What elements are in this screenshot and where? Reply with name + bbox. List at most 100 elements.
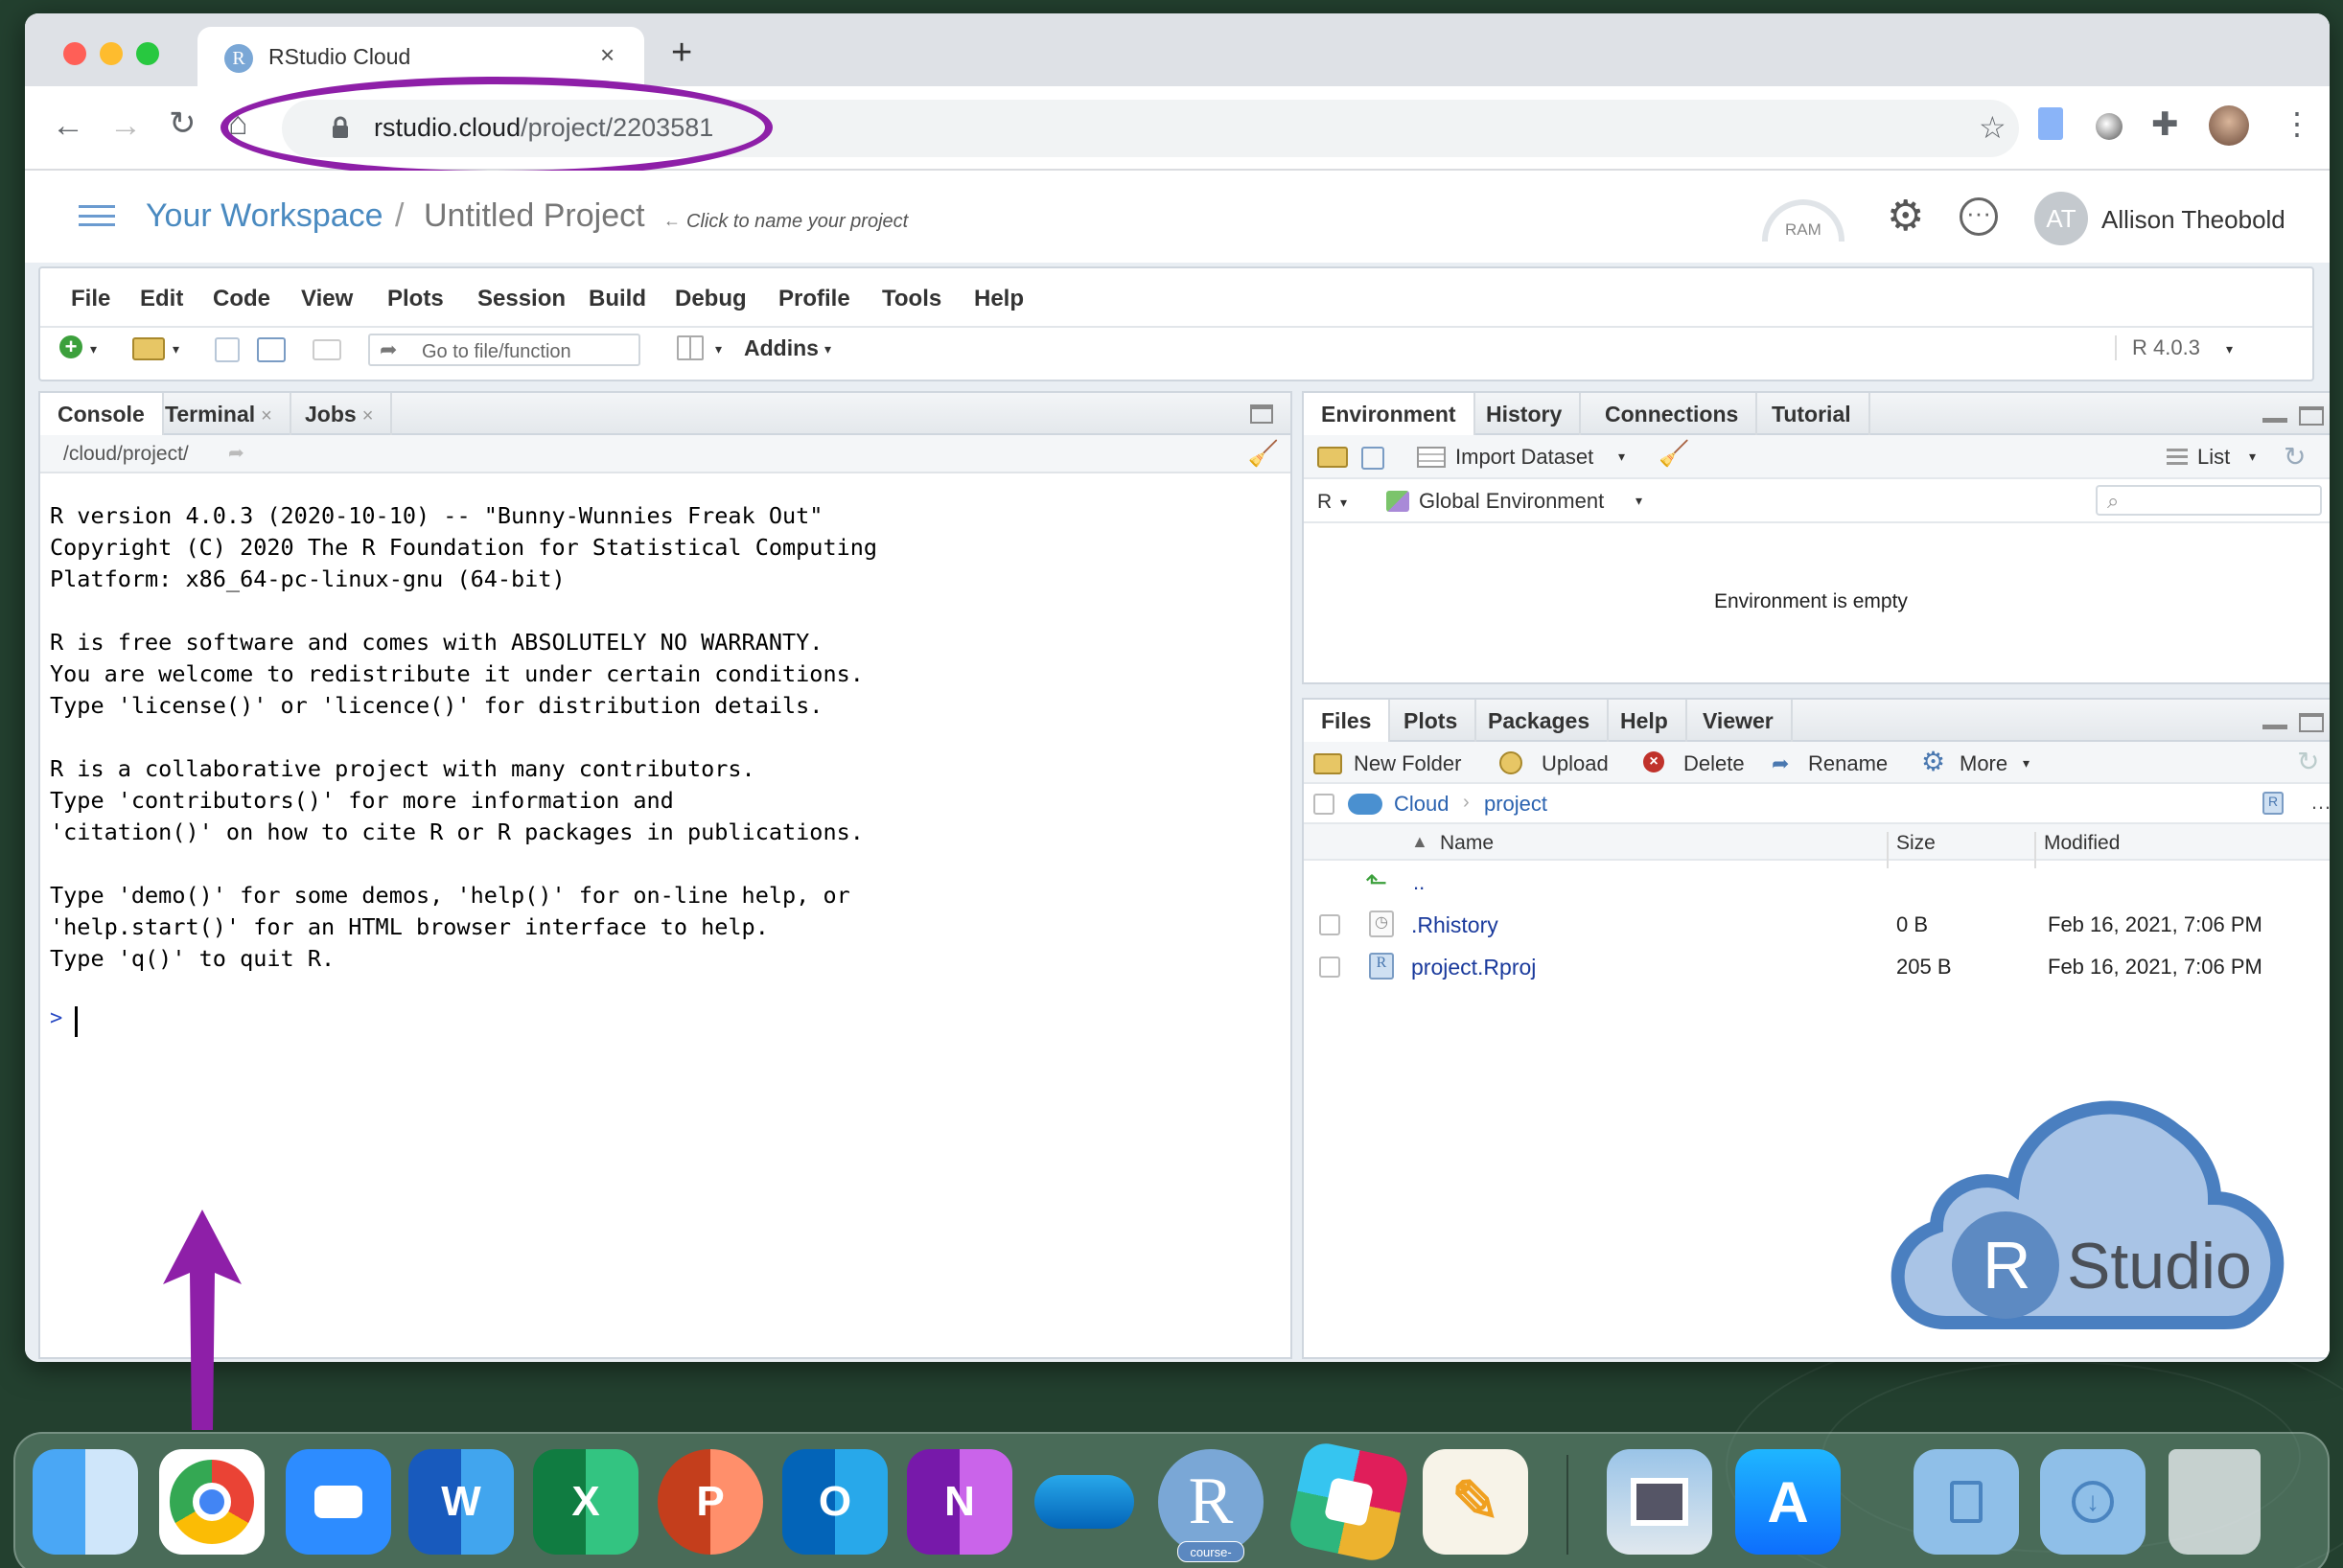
global-environment-select[interactable]: Global Environment (1419, 489, 1604, 514)
menu-debug[interactable]: Debug (675, 286, 747, 312)
console-prompt-line[interactable]: > (50, 1006, 877, 1038)
project-title[interactable]: Untitled Project (424, 197, 645, 235)
document-extension-icon[interactable] (2038, 107, 2063, 140)
menu-code[interactable]: Code (213, 286, 270, 312)
environment-search-input[interactable]: ⌕ (2096, 485, 2322, 516)
select-all-checkbox[interactable] (1313, 794, 1334, 815)
minimize-pane-icon[interactable] (2262, 725, 2287, 729)
more-options-icon[interactable]: ··· (1960, 197, 1998, 236)
row-checkbox[interactable] (1319, 957, 1340, 978)
maximize-pane-icon[interactable] (2299, 406, 2324, 426)
r-version-menu[interactable]: R 4.0.3 (2115, 335, 2200, 360)
menu-build[interactable]: Build (589, 286, 646, 312)
minimize-window-button[interactable] (100, 42, 123, 65)
tab-jobs[interactable]: Jobs × (288, 393, 393, 435)
file-name[interactable]: project.Rproj (1411, 955, 1536, 980)
breadcrumb-cloud[interactable]: Cloud (1394, 792, 1449, 817)
chevron-down-icon[interactable]: ▾ (90, 341, 97, 357)
menu-profile[interactable]: Profile (778, 286, 850, 312)
forward-icon[interactable]: → (109, 109, 142, 142)
hamburger-menu-icon[interactable] (79, 205, 115, 226)
bookmark-star-icon[interactable]: ☆ (1979, 109, 2007, 146)
reload-icon[interactable]: ↻ (169, 107, 197, 140)
print-icon[interactable] (313, 339, 341, 360)
close-tab-icon[interactable]: × (600, 40, 615, 70)
menu-session[interactable]: Session (477, 286, 566, 312)
maximize-pane-icon[interactable] (1250, 404, 1273, 424)
delete-button[interactable]: Delete (1683, 751, 1745, 776)
puzzle-extensions-icon[interactable]: ✚ (2151, 105, 2179, 144)
preview-icon[interactable] (1607, 1449, 1712, 1555)
more-button[interactable]: More (1960, 751, 2007, 776)
more-options-icon[interactable]: … (2310, 790, 2330, 815)
project-file-icon[interactable]: R (2262, 792, 2284, 815)
refresh-icon[interactable]: ↻ (2284, 441, 2306, 473)
new-file-icon[interactable]: + (59, 335, 82, 358)
table-row[interactable]: ◷ .Rhistory 0 B Feb 16, 2021, 7:06 PM (1304, 903, 2330, 945)
finder-icon[interactable] (33, 1449, 138, 1555)
tab-files[interactable]: Files (1304, 700, 1391, 744)
tab-console[interactable]: Console (40, 393, 164, 437)
addins-menu[interactable]: Addins (744, 335, 819, 361)
pages-icon[interactable]: ✎ (1423, 1449, 1528, 1555)
tab-help[interactable]: Help (1603, 700, 1687, 742)
close-window-button[interactable] (63, 42, 86, 65)
menu-edit[interactable]: Edit (140, 286, 183, 312)
import-dataset-button[interactable]: Import Dataset (1455, 445, 1593, 470)
excel-icon[interactable]: X (533, 1449, 638, 1555)
downloads-folder-icon[interactable]: ↓ (2040, 1449, 2146, 1555)
close-icon[interactable]: × (261, 405, 272, 427)
save-all-icon[interactable] (257, 337, 286, 362)
browser-menu-icon[interactable]: ⋮ (2282, 105, 2312, 142)
console-output[interactable]: R version 4.0.3 (2020-10-10) -- "Bunny-W… (50, 500, 877, 1038)
tab-terminal[interactable]: Terminal × (148, 393, 291, 435)
user-avatar[interactable]: AT (2034, 192, 2088, 245)
chevron-down-icon[interactable]: ▾ (715, 341, 722, 357)
zoom-window-button[interactable] (136, 42, 159, 65)
trash-icon[interactable] (2169, 1449, 2261, 1555)
rename-button[interactable]: Rename (1808, 751, 1888, 776)
menu-file[interactable]: File (71, 286, 110, 312)
onedrive-icon[interactable] (1032, 1449, 1137, 1555)
sort-ascending-icon[interactable]: ▲ (1411, 832, 1428, 852)
minimize-pane-icon[interactable] (2262, 418, 2287, 423)
breadcrumb-project[interactable]: project (1484, 792, 1547, 817)
row-checkbox[interactable] (1319, 914, 1340, 935)
refresh-icon[interactable]: ↻ (2297, 746, 2319, 777)
back-icon[interactable]: ← (52, 109, 84, 142)
chrome-icon[interactable] (159, 1449, 265, 1555)
go-to-file-input[interactable]: ➦ Go to file/function (368, 334, 640, 366)
menu-view[interactable]: View (301, 286, 353, 312)
save-icon[interactable] (215, 337, 240, 362)
app-store-icon[interactable]: A (1735, 1449, 1841, 1555)
file-name[interactable]: .Rhistory (1411, 912, 1498, 938)
table-row[interactable]: R project.Rproj 205 B Feb 16, 2021, 7:06… (1304, 945, 2330, 987)
close-icon[interactable]: × (362, 405, 374, 427)
language-select[interactable]: R (1317, 491, 1332, 514)
column-name[interactable]: Name (1440, 832, 1494, 855)
settings-gear-icon[interactable]: ⚙ (1887, 192, 1924, 241)
zoom-icon[interactable] (286, 1449, 391, 1555)
upload-button[interactable]: Upload (1542, 751, 1609, 776)
outlook-icon[interactable]: O (782, 1449, 888, 1555)
tab-tutorial[interactable]: Tutorial (1754, 393, 1870, 435)
word-icon[interactable]: W (408, 1449, 514, 1555)
onenote-icon[interactable]: N (907, 1449, 1012, 1555)
new-tab-icon[interactable]: + (671, 33, 692, 74)
slack-icon[interactable] (1286, 1439, 1412, 1565)
parent-directory-link[interactable]: .. (1413, 870, 1425, 895)
clear-console-icon[interactable]: 🧹 (1248, 439, 1279, 469)
new-folder-button[interactable]: New Folder (1354, 751, 1461, 776)
circle-extension-icon[interactable] (2096, 113, 2123, 140)
tab-connections[interactable]: Connections (1588, 393, 1758, 435)
tab-packages[interactable]: Packages (1471, 700, 1610, 742)
go-to-directory-icon[interactable]: ➦ (228, 441, 244, 465)
chevron-down-icon[interactable]: ▾ (173, 341, 179, 357)
tab-plots[interactable]: Plots (1386, 700, 1477, 742)
grid-layout-icon[interactable] (677, 335, 704, 360)
profile-avatar[interactable] (2209, 105, 2249, 146)
list-view-menu[interactable]: List (2197, 445, 2230, 470)
maximize-pane-icon[interactable] (2299, 713, 2324, 732)
menu-help[interactable]: Help (974, 286, 1024, 312)
tab-environment[interactable]: Environment (1304, 393, 1475, 437)
